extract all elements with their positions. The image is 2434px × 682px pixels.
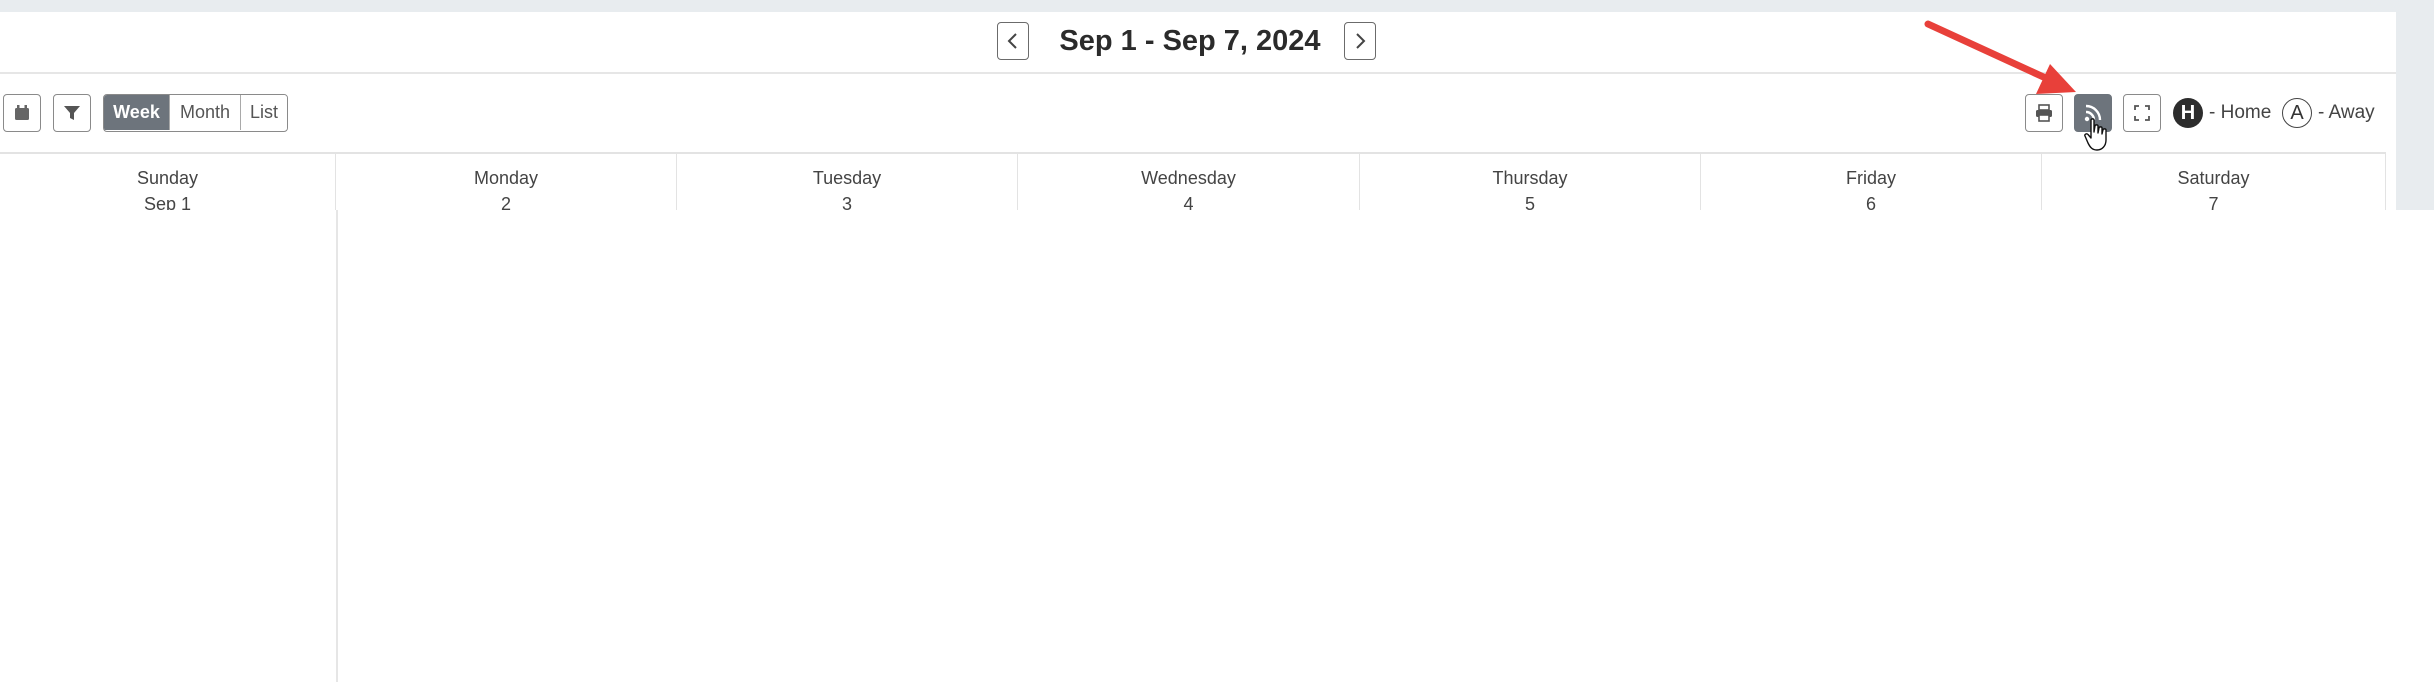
day-date: Sep 1 <box>143 194 192 210</box>
calendar-icon <box>15 105 29 120</box>
list-view-button[interactable]: List <box>241 95 287 130</box>
chevron-right-icon <box>1356 33 1366 49</box>
fullscreen-icon <box>2134 105 2150 121</box>
calendar-body-divider <box>336 210 338 682</box>
day-name: Thursday <box>1492 168 1568 188</box>
day-name: Tuesday <box>812 168 882 188</box>
previous-week-button[interactable] <box>997 22 1029 60</box>
header-divider <box>0 72 2396 74</box>
away-badge: A <box>2282 98 2312 128</box>
print-icon <box>2036 104 2052 122</box>
filter-icon <box>64 106 80 120</box>
day-column-wednesday: Wednesday 4 <box>1018 154 1360 210</box>
day-column-friday: Friday 6 <box>1701 154 2042 210</box>
page-background-strip <box>0 0 2434 12</box>
legend-away: A - Away <box>2282 96 2375 130</box>
chevron-left-icon <box>1007 33 1017 49</box>
day-column-thursday: Thursday 5 <box>1360 154 1701 210</box>
day-name: Saturday <box>2177 168 2250 188</box>
home-legend-label: - Home <box>2209 102 2272 123</box>
day-date: 2 <box>500 194 511 210</box>
day-column-monday: Monday 2 <box>336 154 677 210</box>
away-legend-label: - Away <box>2318 102 2375 123</box>
day-date: 3 <box>841 194 852 210</box>
month-view-button[interactable]: Month <box>170 95 241 130</box>
week-view-button[interactable]: Week <box>104 95 170 130</box>
view-switcher: Week Month List <box>103 94 288 132</box>
day-column-saturday: Saturday 7 <box>2042 154 2386 210</box>
home-badge: H <box>2173 98 2203 128</box>
print-button[interactable] <box>2025 94 2063 132</box>
day-date: 4 <box>1183 194 1194 210</box>
calendar-picker-button[interactable] <box>3 94 41 132</box>
day-name: Monday <box>473 168 539 188</box>
day-date: 6 <box>1865 194 1876 210</box>
date-range-title: Sep 1 - Sep 7, 2024 <box>1059 24 1321 57</box>
day-date: 7 <box>2208 194 2219 210</box>
day-name: Wednesday <box>1141 168 1236 188</box>
page-background-side <box>2396 12 2434 210</box>
calendar-body <box>0 210 2434 682</box>
filter-button[interactable] <box>53 94 91 132</box>
next-week-button[interactable] <box>1344 22 1376 60</box>
hand-cursor-icon <box>2084 118 2107 151</box>
day-column-tuesday: Tuesday 3 <box>677 154 1018 210</box>
fullscreen-button[interactable] <box>2123 94 2161 132</box>
day-column-sunday: Sunday Sep 1 <box>0 154 336 210</box>
legend-home: H - Home <box>2173 96 2271 130</box>
day-name: Sunday <box>136 168 199 188</box>
day-name: Friday <box>1845 168 1896 188</box>
day-date: 5 <box>1524 194 1535 210</box>
